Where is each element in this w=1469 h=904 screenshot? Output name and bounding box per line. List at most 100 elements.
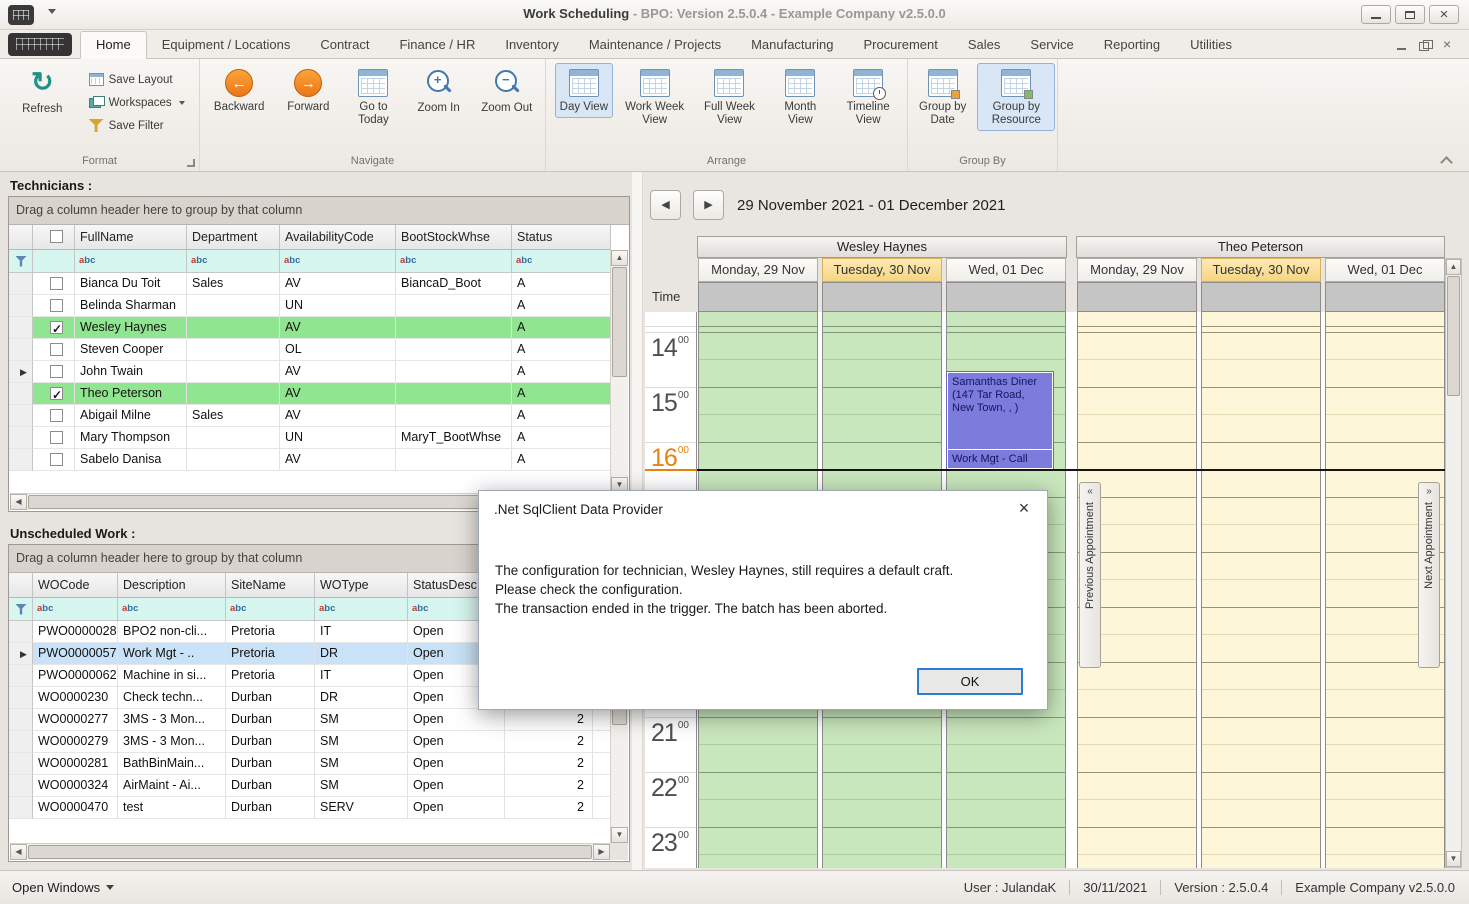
row-checkbox-cell[interactable] [33, 427, 75, 449]
tab-service[interactable]: Service [1015, 32, 1088, 58]
technician-row[interactable]: Theo Peterson AV A [9, 383, 611, 405]
application-menu-button[interactable] [8, 33, 72, 56]
tab-sales[interactable]: Sales [953, 32, 1016, 58]
scheduler-scrollbar[interactable] [1445, 258, 1462, 868]
scroll-up-icon[interactable] [1446, 259, 1461, 275]
row-checkbox-cell[interactable] [33, 449, 75, 471]
previous-date-button[interactable] [650, 190, 681, 220]
scrollbar-thumb[interactable] [612, 267, 627, 377]
technician-row[interactable]: Belinda Sharman UN A [9, 295, 611, 317]
row-checkbox-cell[interactable] [33, 317, 75, 339]
minimize-button[interactable] [1361, 5, 1391, 24]
tab-maintenance-projects[interactable]: Maintenance / Projects [574, 32, 736, 58]
full-week-view-button[interactable]: Full Week View [696, 63, 762, 131]
scroll-right-icon[interactable] [593, 844, 610, 860]
ok-button[interactable]: OK [917, 668, 1023, 695]
horizontal-scrollbar[interactable] [10, 843, 610, 860]
all-day-area[interactable] [1077, 282, 1197, 312]
row-checkbox-cell[interactable] [33, 383, 75, 405]
filter-status[interactable] [512, 250, 611, 273]
all-day-area[interactable] [698, 282, 818, 312]
column-header-status[interactable]: Status [512, 225, 611, 250]
work-order-row[interactable]: WO0000324 AirMaint - Ai... Durban SM Ope… [9, 775, 611, 797]
maximize-button[interactable] [1395, 5, 1425, 24]
workspaces-button[interactable]: Workspaces [85, 94, 189, 111]
previous-appointment-tab[interactable]: Previous Appointment [1079, 482, 1101, 668]
day-view-button[interactable]: Day View [555, 63, 613, 118]
scroll-up-icon[interactable] [611, 250, 628, 266]
tab-contract[interactable]: Contract [305, 32, 384, 58]
group-by-resource-button[interactable]: Group by Resource [977, 63, 1055, 131]
zoom-out-button[interactable]: Zoom Out [475, 63, 539, 119]
work-order-row[interactable]: WO0000277 3MS - 3 Mon... Durban SM Open … [9, 709, 611, 731]
scroll-left-icon[interactable] [10, 494, 27, 510]
tab-home[interactable]: Home [80, 31, 147, 59]
tab-manufacturing[interactable]: Manufacturing [736, 32, 848, 58]
tab-reporting[interactable]: Reporting [1089, 32, 1175, 58]
work-order-row[interactable]: WO0000470 test Durban SERV Open 2 [9, 797, 611, 819]
work-order-row[interactable]: WO0000281 BathBinMain... Durban SM Open … [9, 753, 611, 775]
vertical-scrollbar[interactable] [610, 250, 628, 493]
scrollbar-thumb[interactable] [28, 845, 592, 859]
row-checkbox-cell[interactable] [33, 405, 75, 427]
all-day-area[interactable] [822, 282, 942, 312]
open-windows-button[interactable]: Open Windows [0, 880, 114, 895]
scroll-down-icon[interactable] [1446, 851, 1461, 867]
scroll-down-icon[interactable] [611, 827, 628, 843]
row-checkbox-cell[interactable] [33, 295, 75, 317]
filter-description[interactable] [118, 598, 226, 621]
refresh-button[interactable]: Refresh [10, 63, 74, 120]
all-day-area[interactable] [946, 282, 1066, 312]
ribbon-collapse-icon[interactable] [1439, 155, 1455, 167]
save-filter-button[interactable]: Save Filter [85, 117, 189, 134]
group-by-date-button[interactable]: Group by Date [910, 63, 976, 131]
tab-equipment-locations[interactable]: Equipment / Locations [147, 32, 306, 58]
technician-row[interactable]: Abigail Milne Sales AV A [9, 405, 611, 427]
tab-finance-hr[interactable]: Finance / HR [384, 32, 490, 58]
row-checkbox-cell[interactable] [33, 273, 75, 295]
scroll-left-icon[interactable] [10, 844, 27, 860]
dialog-close-icon[interactable] [1013, 497, 1035, 519]
filter-department[interactable] [187, 250, 280, 273]
appointment[interactable]: Samanthas Diner (147 Tar Road, New Town,… [947, 372, 1053, 469]
tab-inventory[interactable]: Inventory [490, 32, 573, 58]
technician-row[interactable]: Mary Thompson UN MaryT_BootWhse A [9, 427, 611, 449]
column-header-fullname[interactable]: FullName [75, 225, 187, 250]
timeline-view-button[interactable]: Timeline View [838, 63, 898, 131]
technician-row[interactable]: Bianca Du Toit Sales AV BiancaD_Boot A [9, 273, 611, 295]
filter-bootstock[interactable] [396, 250, 512, 273]
filter-checkbox-cell[interactable] [33, 250, 75, 273]
filter-sitename[interactable] [226, 598, 315, 621]
filter-availability[interactable] [280, 250, 396, 273]
work-order-row[interactable]: WO0000279 3MS - 3 Mon... Durban SM Open … [9, 731, 611, 753]
technician-row[interactable]: Sabelo Danisa AV A [9, 449, 611, 471]
close-button[interactable] [1429, 5, 1459, 24]
filter-wotype[interactable] [315, 598, 408, 621]
technician-row[interactable]: John Twain AV A [9, 361, 611, 383]
technician-row[interactable]: Steven Cooper OL A [9, 339, 611, 361]
save-layout-button[interactable]: Save Layout [85, 71, 189, 88]
row-checkbox-cell[interactable] [33, 339, 75, 361]
next-appointment-tab[interactable]: Next Appointment [1418, 482, 1440, 668]
month-view-button[interactable]: Month View [771, 63, 829, 131]
backward-button[interactable]: Backward [206, 63, 272, 118]
select-all-checkbox[interactable] [33, 225, 75, 250]
go-to-today-button[interactable]: Go to Today [344, 63, 402, 131]
technician-row[interactable]: Wesley Haynes AV A [9, 317, 611, 339]
all-day-area[interactable] [1325, 282, 1445, 312]
mdi-minimize-icon[interactable] [1396, 40, 1409, 51]
dialog-launcher-icon[interactable] [187, 159, 195, 167]
all-day-area[interactable] [1201, 282, 1321, 312]
scrollbar-thumb[interactable] [1447, 276, 1460, 396]
column-header-department[interactable]: Department [187, 225, 280, 250]
filter-wocode[interactable] [33, 598, 118, 621]
forward-button[interactable]: Forward [278, 63, 338, 118]
tab-utilities[interactable]: Utilities [1175, 32, 1247, 58]
column-header-availability[interactable]: AvailabilityCode [280, 225, 396, 250]
next-date-button[interactable] [693, 190, 724, 220]
calendar-column-theo-tuesday[interactable] [1201, 312, 1321, 868]
filter-fullname[interactable] [75, 250, 187, 273]
mdi-restore-icon[interactable] [1419, 40, 1432, 51]
zoom-in-button[interactable]: Zoom In [409, 63, 469, 119]
column-header-description[interactable]: Description [118, 573, 226, 598]
